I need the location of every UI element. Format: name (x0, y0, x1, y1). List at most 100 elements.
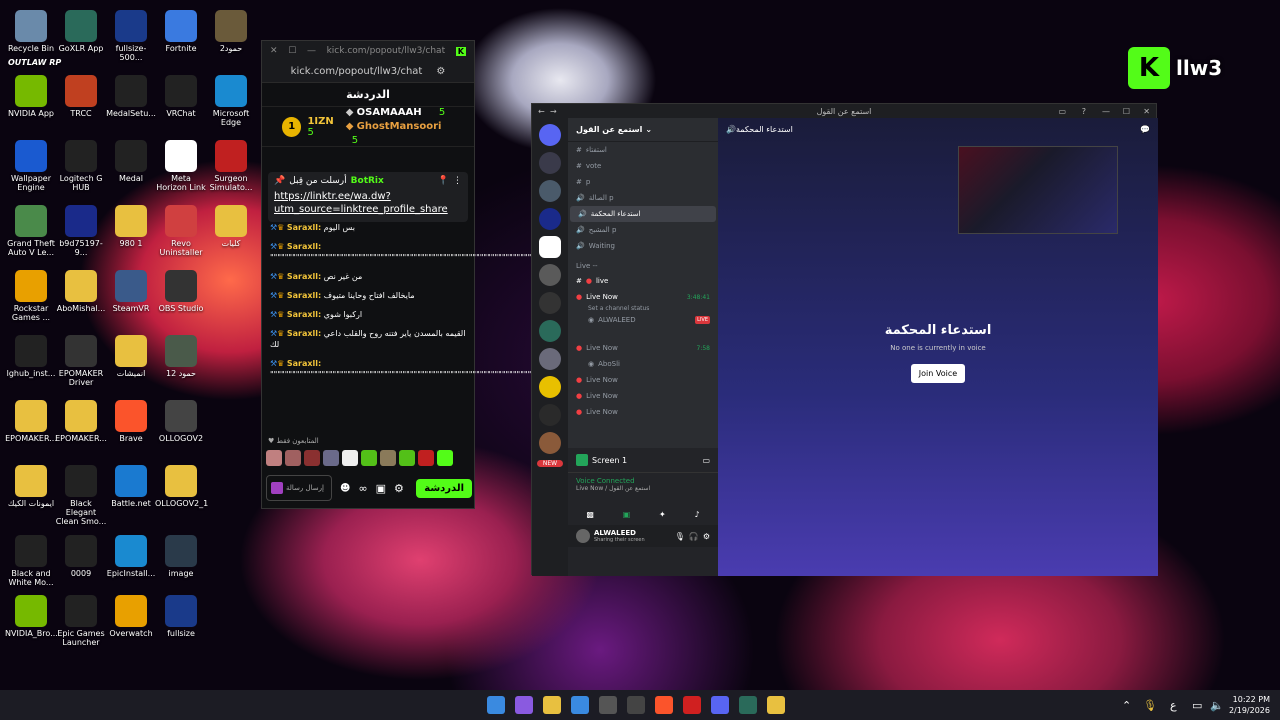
gift-icon[interactable]: ▣ (376, 482, 386, 495)
chat-username[interactable]: Saraxll: (287, 359, 321, 368)
help-icon[interactable]: ? (1082, 107, 1086, 116)
chat-username[interactable]: Saraxll: (287, 291, 321, 300)
desktop-icon[interactable]: GoXLR App (55, 10, 107, 53)
emoji-icon[interactable]: ☻ (340, 483, 350, 494)
desktop-icon[interactable]: Epic Games Launcher (55, 595, 107, 647)
desktop-icon[interactable]: Rockstar Games ... (5, 270, 57, 322)
chat-username[interactable]: Saraxll: (287, 272, 321, 281)
gear-icon[interactable]: ⚙ (703, 532, 710, 541)
desktop-icon[interactable]: image (155, 535, 207, 578)
desktop-icon[interactable]: b9d75197-9... (55, 205, 107, 257)
desktop-icon[interactable]: Medal (105, 140, 157, 183)
voice-live-now-5[interactable]: ● Live Now (568, 404, 718, 420)
desktop-icon[interactable]: TRCC (55, 75, 107, 118)
maximize-icon[interactable]: ☐ (288, 46, 296, 56)
voice-live-now-2[interactable]: ● Live Now 7:58 (568, 340, 718, 356)
infinity-icon[interactable]: ∞ (358, 482, 367, 495)
chat-message[interactable]: ⚒♛ Saraxll: """"""""""""""""""""""""""""… (270, 358, 550, 380)
desktop-icon[interactable]: Grand Theft Auto V Le... (5, 205, 57, 257)
screen-share-row[interactable]: Screen 1 ▭ (568, 448, 718, 472)
voice-live-now-1[interactable]: ● Live Now 3:48:41 (568, 289, 718, 305)
desktop-icon[interactable]: Fortnite (155, 10, 207, 53)
desktop-icon[interactable]: انميشات (105, 335, 157, 378)
chat-message[interactable]: ⚒♛ Saraxll: مايخالف افتاح وحاينا متيوف (270, 290, 466, 301)
desktop-icon[interactable]: 0009 (55, 535, 107, 578)
voice-live-now-4[interactable]: ● Live Now (568, 388, 718, 404)
desktop-icon[interactable]: Black and White Mo... (5, 535, 57, 587)
server-icon[interactable] (539, 432, 561, 454)
desktop-icon[interactable]: NVIDIA App (5, 75, 57, 118)
channel-item[interactable]: # استفتاء (568, 142, 718, 158)
voice-user[interactable]: ◉ ALWALEED LIVE (568, 312, 718, 328)
live-section[interactable]: Live -- (568, 254, 718, 273)
server-icon[interactable] (539, 376, 561, 398)
stream-preview[interactable] (958, 146, 1118, 234)
desktop-icon[interactable]: AboMishal... (55, 270, 107, 313)
mic-icon[interactable]: 🎙 (675, 532, 685, 541)
desktop-icon[interactable]: OLLOGOV2_1 (155, 465, 208, 508)
language-indicator[interactable]: ع (1170, 699, 1177, 712)
mic-icon[interactable]: 🎙 (1143, 699, 1157, 712)
chat-message[interactable]: ⚒♛ Saraxll: القيمه بالمسدن ياير فتنه روح… (270, 328, 466, 350)
obs-icon[interactable] (627, 696, 645, 714)
more-icon[interactable]: ⋮ (453, 176, 462, 186)
chat-username[interactable]: Saraxll: (287, 242, 321, 251)
chat-message[interactable]: ⚒♛ Saraxll: """"""""""""""""""""""""""""… (270, 241, 557, 263)
clock[interactable]: 10:22 PM 2/19/2026 (1228, 694, 1270, 716)
server-icon[interactable] (539, 208, 561, 230)
desktop-icon[interactable]: VRChat (155, 75, 207, 118)
desktop-icon[interactable]: حمود2 (205, 10, 257, 53)
desktop-icon[interactable]: Microsoft Edge (205, 75, 257, 127)
desktop-icon[interactable]: كليات (205, 205, 257, 248)
desktop-icon[interactable]: ايمونات الكيك (5, 465, 57, 508)
server-icon[interactable] (539, 348, 561, 370)
emote-bar[interactable] (266, 450, 466, 468)
settings-icon[interactable]: ⚙ (436, 66, 445, 77)
desktop-icon[interactable]: Wallpaper Engine (5, 140, 57, 192)
server-icon[interactable] (539, 404, 561, 426)
desktop-icon[interactable]: حمود 12 (155, 335, 207, 378)
minimize-icon[interactable]: — (1102, 107, 1110, 116)
volume-icon[interactable]: 🔈 (1210, 699, 1224, 712)
address-bar[interactable]: kick.com/popout/llw3/chat ⚙ (262, 61, 474, 83)
server-icon[interactable] (539, 180, 561, 202)
server-icon[interactable] (539, 292, 561, 314)
voice-user[interactable]: ◉ AboSli (568, 356, 718, 372)
desktop-icon[interactable]: Revo Uninstaller (155, 205, 207, 257)
channel-item[interactable]: # p (568, 174, 718, 190)
discord-home-icon[interactable] (539, 124, 561, 146)
network-icon[interactable]: ▭ (1192, 699, 1202, 712)
activities-icon[interactable]: ✦ (659, 510, 666, 519)
calculator-icon[interactable] (599, 696, 617, 714)
desktop-icon[interactable]: lghub_inst... (5, 335, 57, 378)
windows-icon[interactable] (487, 696, 505, 714)
voice-connected-sub[interactable]: Live Now / استمع عن القول (576, 485, 710, 492)
desktop-icon[interactable]: fullsize-500... (105, 10, 157, 62)
close-icon[interactable]: ✕ (1143, 107, 1150, 116)
desktop-icon[interactable]: SteamVR (105, 270, 157, 313)
desktop-icon[interactable]: 980 1 (105, 205, 157, 248)
chat-username[interactable]: Saraxll: (287, 329, 321, 338)
chat-icon[interactable]: 💬 (1140, 125, 1150, 134)
copilot-icon[interactable] (515, 696, 533, 714)
channel-live[interactable]: # ● live (568, 273, 718, 289)
desktop-icon[interactable]: Overwatch (105, 595, 157, 638)
voice-live-now-3[interactable]: ● Live Now (568, 372, 718, 388)
discord-icon[interactable] (711, 696, 729, 714)
server-icon[interactable] (539, 320, 561, 342)
chrome-icon[interactable] (767, 696, 785, 714)
pin-link[interactable]: https://linktr.ee/wa.dw? utm_source=linkt… (274, 190, 462, 216)
desktop-icon[interactable]: Black Elegant Clean Smo... (55, 465, 107, 526)
desktop-icon[interactable]: EpicInstall... (105, 535, 157, 578)
minimize-icon[interactable]: — (307, 46, 316, 56)
brave-icon[interactable] (655, 696, 673, 714)
desktop-icon[interactable]: NVIDIA_Bro... (5, 595, 58, 638)
forward-icon[interactable]: → (550, 107, 557, 116)
chat-message[interactable]: ⚒♛ Saraxll: من غير نص (270, 271, 466, 282)
send-button[interactable]: الدردشة (416, 478, 472, 498)
maximize-icon[interactable]: ☐ (1123, 107, 1130, 116)
close-icon[interactable]: ✕ (270, 46, 278, 56)
channel-item[interactable]: 🔊 Waiting (568, 238, 718, 254)
chat-message[interactable]: ⚒♛ Saraxll: اركبوا شوي (270, 309, 466, 320)
headphones-icon[interactable]: 🎧 (689, 532, 699, 541)
